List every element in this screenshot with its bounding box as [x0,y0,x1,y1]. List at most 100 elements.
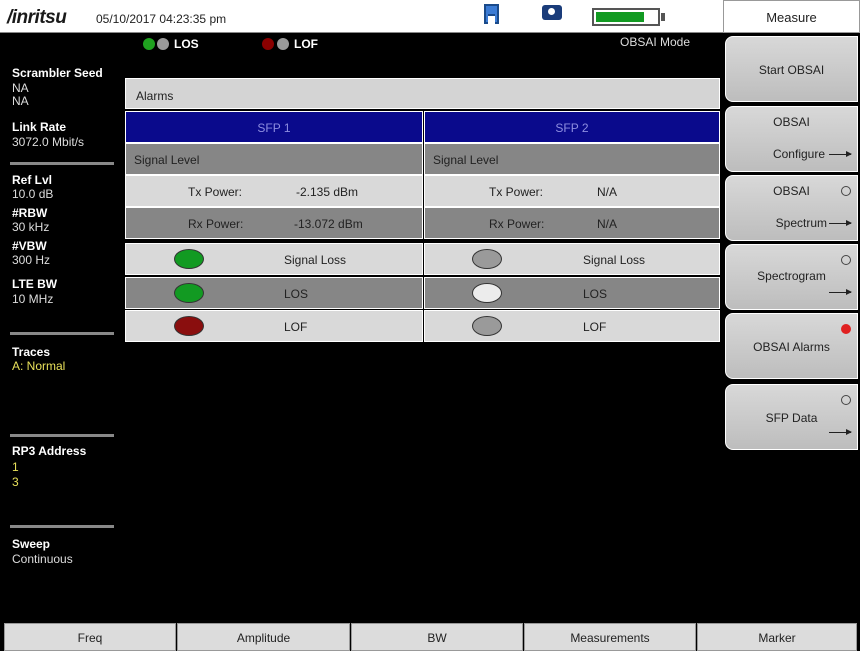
sfp1-los-led [174,283,204,303]
sfp2-lof-led [472,316,502,336]
bw-button[interactable]: BW [351,623,523,651]
rbw-title: #RBW [12,206,48,220]
obsai-spectrum-label-2: Spectrum [775,216,827,230]
radio-icon [841,255,851,265]
bottom-menu-bar: Freq Amplitude BW Measurements Marker [0,622,860,651]
sfp2-rx-power-value: N/A [597,217,618,231]
sfp1-lof-led [174,316,204,336]
datetime: 05/10/2017 04:23:35 pm [96,12,227,26]
scrambler-seed-value-1: NA [12,81,29,95]
sfp1-los-label: LOS [284,287,309,301]
los-led-grey [157,38,169,50]
sfp1-tx-power-row: Tx Power: -2.135 dBm [125,175,423,207]
obsai-configure-label-1: OBSAI [773,115,810,129]
sfp1-lof-row: LOF [125,310,423,342]
sfp1-rx-power-value: -13.072 dBm [294,217,363,231]
lof-status-label: LOF [294,37,318,51]
sfp1-header: SFP 1 [125,111,423,143]
obsai-alarms-label: OBSAI Alarms [753,340,830,354]
ref-lvl-value: 10.0 dB [12,187,54,201]
camera-icon[interactable] [542,5,562,20]
start-obsai-button[interactable]: Start OBSAI [725,36,858,102]
battery-tip [661,13,665,21]
sfp2-signal-loss-label: Signal Loss [583,253,646,267]
sfp2-signal-level-row: Signal Level [424,143,720,175]
sfp1-rx-power-row: Rx Power: -13.072 dBm [125,207,423,239]
obsai-configure-label-2: Configure [772,147,825,161]
scrambler-seed-value-2: NA [12,94,29,108]
scrambler-seed-title: Scrambler Seed [12,66,103,80]
los-led-green [143,38,155,50]
sfp-data-button[interactable]: SFP Data [725,384,858,450]
sfp2-rx-power-label: Rx Power: [489,217,545,231]
sfp2-rx-power-row: Rx Power: N/A [424,207,720,239]
sfp2-signal-loss-row: Signal Loss [424,243,720,275]
start-obsai-label: Start OBSAI [758,63,825,77]
sfp1-signal-level-label: Signal Level [134,153,200,167]
lte-bw-value: 10 MHz [12,292,54,306]
sfp2-lof-row: LOF [424,310,720,342]
sfp1-signal-level-row: Signal Level [125,143,423,175]
sfp1-lof-label: LOF [284,320,308,334]
sweep-value: Continuous [12,552,73,566]
obsai-spectrum-label-1: OBSAI [773,184,810,198]
save-icon[interactable] [484,4,499,24]
sfp1-tx-power-label: Tx Power: [188,185,243,199]
obsai-alarms-button[interactable]: OBSAI Alarms [725,313,858,379]
lof-led-red [262,38,274,50]
amplitude-button[interactable]: Amplitude [177,623,350,651]
measurements-button[interactable]: Measurements [524,623,696,651]
link-rate-value: 3072.0 Mbit/s [12,135,85,149]
sfp1-signal-loss-row: Signal Loss [125,243,423,275]
sfp2-tx-power-row: Tx Power: N/A [424,175,720,207]
left-info-panel: Scrambler Seed NA NA Link Rate 3072.0 Mb… [0,34,120,620]
radio-icon [841,395,851,405]
spectrogram-label: Spectrogram [757,269,826,283]
submenu-arrow-icon [829,289,852,295]
brand-logo: /inritsu [7,7,67,28]
battery-icon [592,8,660,26]
submenu-arrow-icon [829,429,852,435]
top-bar: /inritsu 05/10/2017 04:23:35 pm [0,0,723,33]
rp3-address-value-2: 3 [12,475,19,489]
marker-button[interactable]: Marker [697,623,857,651]
sfp2-signal-level-label: Signal Level [433,153,499,167]
rp3-address-value-1: 1 [12,460,19,474]
separator [10,434,114,437]
freq-button[interactable]: Freq [4,623,176,651]
alarms-header: Alarms [125,78,720,109]
separator [10,332,114,335]
sfp1-tx-power-value: -2.135 dBm [296,185,359,199]
sfp2-los-led [472,283,502,303]
vbw-title: #VBW [12,239,47,253]
sfp2-los-label: LOS [583,287,608,301]
separator [10,162,114,165]
sfp2-header: SFP 2 [424,111,720,143]
sfp1-rx-power-label: Rx Power: [188,217,244,231]
sweep-title: Sweep [12,537,51,551]
separator [10,525,114,528]
los-status-label: LOS [174,37,199,51]
obsai-spectrum-button[interactable]: OBSAI Spectrum [725,175,858,241]
vbw-value: 300 Hz [12,253,51,267]
spectrogram-button[interactable]: Spectrogram [725,244,858,310]
sfp2-signal-loss-led [472,249,502,269]
sfp1-signal-loss-led [174,249,204,269]
obsai-configure-button[interactable]: OBSAI Configure [725,106,858,172]
mode-label: OBSAI Mode [620,35,691,49]
rp3-address-title: RP3 Address [12,444,87,458]
sfp-data-label: SFP Data [765,411,818,425]
lof-led-grey [277,38,289,50]
sfp2-tx-power-label: Tx Power: [489,185,544,199]
traces-value: A: Normal [12,359,66,373]
softkey-panel: Measure Start OBSAI OBSAI Configure OBSA… [723,0,860,622]
submenu-arrow-icon [829,220,852,226]
battery-fill [596,12,644,22]
lte-bw-title: LTE BW [12,277,58,291]
sfp1-signal-loss-label: Signal Loss [284,253,347,267]
sfp2-los-row: LOS [424,277,720,309]
sfp2-lof-label: LOF [583,320,607,334]
rbw-value: 30 kHz [12,220,50,234]
sfp2-tx-power-value: N/A [597,185,618,199]
traces-title: Traces [12,345,51,359]
